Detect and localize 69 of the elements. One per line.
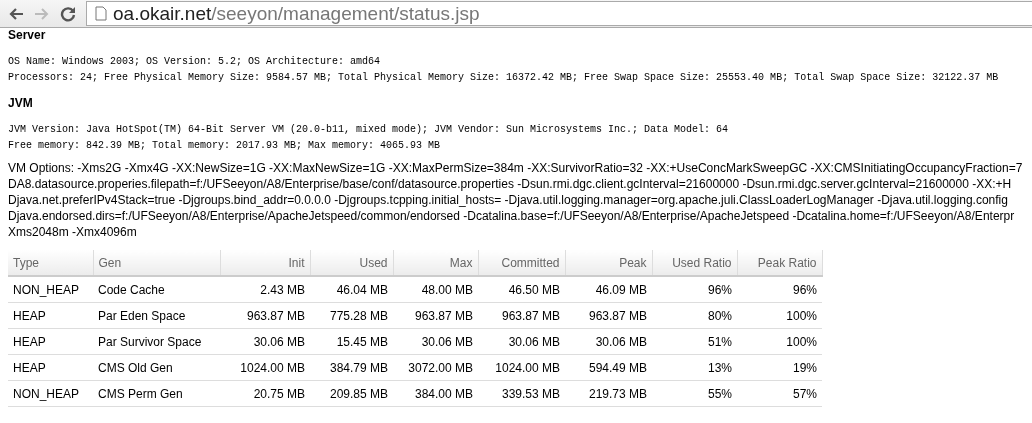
table-cell: 2.43 MB	[220, 276, 310, 303]
page-icon	[95, 6, 107, 21]
table-cell: 30.06 MB	[220, 328, 310, 355]
table-cell: 963.87 MB	[393, 302, 478, 329]
table-cell: 594.49 MB	[565, 354, 652, 381]
section-heading: JVM	[8, 96, 34, 110]
vm-options-line: Djava.net.preferIPv4Stack=true -Djgroups.bind_addr=0.0.0.0 -Djgroups.tcpping.initial_hosts= -Djava.util.logging.manager=org.apache.juli.ClassLoaderLogManager -Djava.util.logging.config	[8, 192, 1009, 208]
column-header: Peak	[565, 250, 652, 276]
table-cell: 30.06 MB	[478, 328, 565, 355]
table-cell: CMS Old Gen	[93, 354, 220, 381]
vm-options-line: Xms2048m -Xmx4096m	[8, 224, 138, 240]
table-cell: 19%	[737, 354, 822, 381]
column-header: Max	[393, 250, 478, 276]
table-cell: 51%	[652, 328, 737, 355]
info-line: OS Name: Windows 2003; OS Version: 5.2; OS Architecture: amd64	[8, 55, 382, 69]
table-cell: 100%	[737, 302, 822, 329]
table-cell: HEAP	[8, 302, 93, 329]
column-header: Gen	[93, 250, 220, 276]
table-cell: 46.09 MB	[565, 276, 652, 303]
column-header: Used	[310, 250, 393, 276]
table-cell: 384.79 MB	[310, 354, 393, 381]
back-icon[interactable]	[8, 6, 24, 21]
table-cell: 963.87 MB	[220, 302, 310, 329]
table-cell: 48.00 MB	[393, 276, 478, 303]
info-line: JVM Version: Java HotSpot(TM) 64-Bit Server VM (20.0-b11, mixed mode); JVM Vendor: Sun Microsystems Inc.; Data Model: 64	[8, 123, 730, 137]
table-cell: 15.45 MB	[310, 328, 393, 355]
table-cell: 963.87 MB	[478, 302, 565, 329]
column-header: Type	[8, 250, 93, 276]
table-cell: 219.73 MB	[565, 380, 652, 407]
table-cell: Par Survivor Space	[93, 328, 220, 355]
info-line: Processors: 24; Free Physical Memory Size: 9584.57 MB; Total Physical Memory Size: 16372.42 MB; Free Swap Space Size: 25553.40 MB; Total Swap Space Size: 32122.37 MB	[8, 71, 1000, 85]
table-cell: HEAP	[8, 328, 93, 355]
table-cell: Code Cache	[93, 276, 220, 303]
table-cell: CMS Perm Gen	[93, 380, 220, 407]
table-cell: 100%	[737, 328, 822, 355]
table-cell: 1024.00 MB	[220, 354, 310, 381]
table-cell: 384.00 MB	[393, 380, 478, 407]
table-cell: 96%	[652, 276, 737, 303]
table-cell: 96%	[737, 276, 822, 303]
address-bar[interactable]: oa.okair.net/seeyon/management/status.jsp	[86, 1, 1032, 26]
table-cell: Par Eden Space	[93, 302, 220, 329]
column-header: Used Ratio	[652, 250, 737, 276]
table-cell: 963.87 MB	[565, 302, 652, 329]
table-cell: 55%	[652, 380, 737, 407]
vm-options-line: Djava.endorsed.dirs=f:/UFSeeyon/A8/Enterprise/ApacheJetspeed/common/endorsed -Dcatalina.base=f:/UFSeeyon/A8/Enterprise/ApacheJetspeed -Dcatalina.home=f:/UFSeeyon/A8/Enterpr	[8, 208, 1016, 224]
column-header: Peak Ratio	[737, 250, 822, 276]
reload-icon[interactable]	[60, 5, 76, 22]
table-cell: 209.85 MB	[310, 380, 393, 407]
section-heading: Server	[8, 28, 47, 42]
vm-options-line: VM Options: -Xms2G -Xmx4G -XX:NewSize=1G -XX:MaxNewSize=1G -XX:MaxPermSize=384m -XX:SurvivorRatio=32 -XX:+UseConcMarkSweepGC -XX:CMSInitiatingOccupancyFraction=7	[8, 160, 1024, 176]
table-cell: 46.04 MB	[310, 276, 393, 303]
table-cell: 1024.00 MB	[478, 354, 565, 381]
table-cell: 80%	[652, 302, 737, 329]
table-cell: 30.06 MB	[393, 328, 478, 355]
column-header: Init	[220, 250, 310, 276]
table-cell: 30.06 MB	[565, 328, 652, 355]
table-cell: NON_HEAP	[8, 380, 93, 407]
table-cell: 775.28 MB	[310, 302, 393, 329]
table-cell: 20.75 MB	[220, 380, 310, 407]
table-cell: 46.50 MB	[478, 276, 565, 303]
table-cell: 339.53 MB	[478, 380, 565, 407]
table-cell: NON_HEAP	[8, 276, 93, 303]
info-line: Free memory: 842.39 MB; Total memory: 2017.93 MB; Max memory: 4065.93 MB	[8, 139, 442, 153]
column-header: Committed	[478, 250, 565, 276]
table-cell: HEAP	[8, 354, 93, 381]
vm-options-line: DA8.datasource.properies.filepath=f:/UFSeeyon/A8/Enterprise/base/conf/datasource.properties -Dsun.rmi.dgc.client.gcInterval=21600000 -Dsun.rmi.dgc.server.gcInterval=21600000 -XX:+H	[8, 176, 1013, 192]
table-cell: 13%	[652, 354, 737, 381]
table-cell: 57%	[737, 380, 822, 407]
table-cell: 3072.00 MB	[393, 354, 478, 381]
